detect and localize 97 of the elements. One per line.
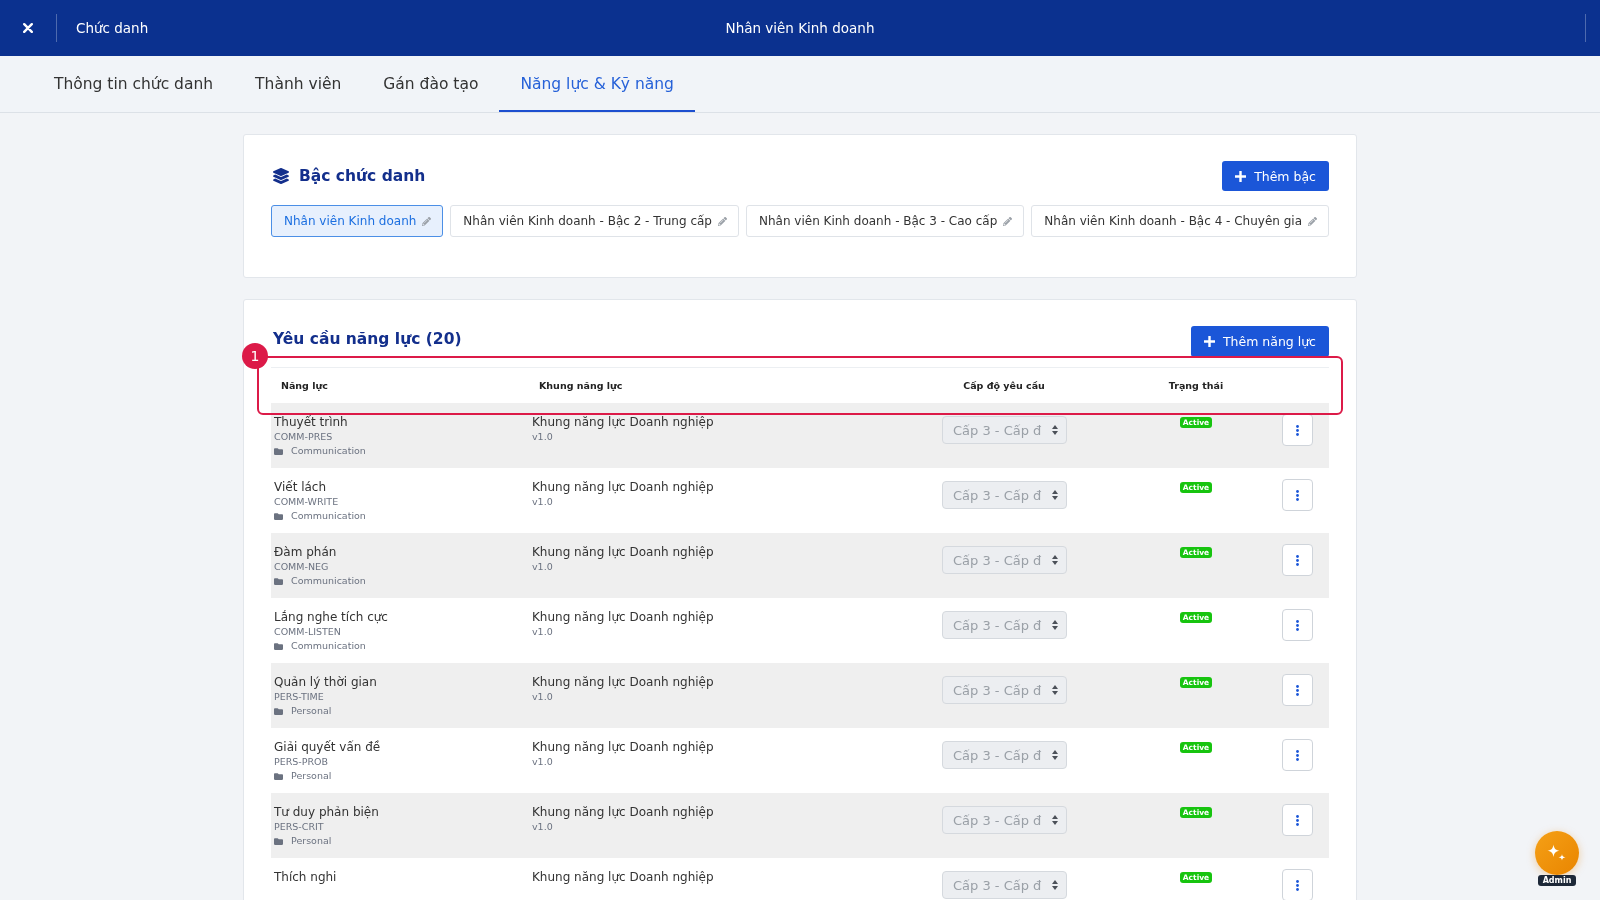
page-title: Nhân viên Kinh doanh	[725, 20, 875, 36]
framework-name: Khung năng lực Doanh nghiệp	[532, 804, 714, 821]
vertical-dots-icon	[1296, 814, 1299, 826]
sort-arrows-icon	[1052, 555, 1058, 565]
more-button[interactable]	[1282, 414, 1313, 446]
pencil-icon	[1308, 216, 1318, 226]
category-label: Communication	[291, 445, 366, 457]
folder-icon	[274, 771, 283, 781]
framework-version: v1.0	[532, 496, 553, 508]
plus-icon	[1203, 336, 1215, 347]
sort-arrows-icon	[1052, 750, 1058, 760]
category-label: Personal	[291, 770, 332, 782]
framework-name: Khung năng lực Doanh nghiệp	[532, 544, 714, 561]
category-label: Personal	[291, 705, 332, 717]
category-label: Personal	[291, 835, 332, 847]
more-button[interactable]	[1282, 739, 1313, 771]
framework-version: v1.0	[532, 431, 553, 443]
competency-name: Viết lách	[274, 479, 327, 496]
tab[interactable]: Năng lực & Kỹ năng	[499, 56, 695, 112]
framework-name: Khung năng lực Doanh nghiệp	[532, 414, 714, 431]
competency-code: PERS-PROB	[274, 756, 329, 768]
competency-name: Tư duy phản biện	[274, 804, 379, 821]
column-header: Cấp độ yêu cầu	[963, 380, 1045, 391]
close-icon	[23, 23, 33, 33]
step-number: 1	[242, 343, 268, 369]
folder-icon	[274, 446, 283, 456]
competency-name: Lắng nghe tích cực	[274, 609, 388, 626]
framework-name: Khung năng lực Doanh nghiệp	[532, 674, 714, 691]
competency-code: COMM-PRES	[274, 431, 333, 443]
vertical-dots-icon	[1296, 619, 1299, 631]
vertical-dots-icon	[1296, 684, 1299, 696]
level-chip[interactable]: Nhân viên Kinh doanh - Bậc 2 - Trung cấp	[450, 205, 739, 237]
competency-name: Đàm phán	[274, 544, 337, 561]
framework-version: v1.0	[532, 626, 553, 638]
tab[interactable]: Thông tin chức danh	[33, 56, 235, 112]
framework-version: v1.0	[532, 821, 553, 833]
category-label: Communication	[291, 510, 366, 522]
competency-code: COMM-WRITE	[274, 496, 339, 508]
vertical-dots-icon	[1296, 749, 1299, 761]
more-button[interactable]	[1282, 544, 1313, 576]
more-button[interactable]	[1282, 479, 1313, 511]
folder-icon	[274, 706, 283, 716]
folder-icon	[274, 576, 283, 586]
level-chip[interactable]: Nhân viên Kinh doanh - Bậc 3 - Cao cấp	[745, 205, 1025, 237]
framework-version: v1.0	[532, 691, 553, 703]
sort-arrows-icon	[1052, 620, 1058, 630]
vertical-dots-icon	[1296, 879, 1299, 891]
framework-name: Khung năng lực Doanh nghiệp	[532, 609, 714, 626]
tab[interactable]: Thành viên	[234, 56, 363, 112]
competency-name: Quản lý thời gian	[274, 674, 377, 691]
framework-name: Khung năng lực Doanh nghiệp	[532, 739, 714, 756]
competency-code: COMM-NEG	[274, 561, 329, 573]
column-header: Năng lực	[281, 380, 328, 391]
more-button[interactable]	[1282, 869, 1313, 900]
vertical-dots-icon	[1296, 554, 1299, 566]
competency-name: Thuyết trình	[274, 414, 348, 431]
framework-version: v1.0	[532, 561, 553, 573]
column-header: Trạng thái	[1168, 380, 1224, 391]
more-button[interactable]	[1282, 609, 1313, 641]
level-chip[interactable]: Nhân viên Kinh doanh - Bậc 4 - Chuyên gia	[1031, 205, 1330, 237]
sort-arrows-icon	[1052, 425, 1058, 435]
more-button[interactable]	[1282, 674, 1313, 706]
category-label: Communication	[291, 575, 366, 587]
competency-code: PERS-CRIT	[274, 821, 324, 833]
vertical-dots-icon	[1296, 424, 1299, 436]
pencil-icon	[717, 216, 727, 226]
layers-icon	[273, 168, 289, 184]
sort-arrows-icon	[1052, 880, 1058, 890]
folder-icon	[274, 836, 283, 846]
framework-name: Khung năng lực Doanh nghiệp	[532, 869, 714, 886]
add-level-button[interactable]: Thêm bậc	[1222, 161, 1329, 191]
admin-label: Admin	[1537, 875, 1577, 886]
section-title: Bậc chức danh	[299, 167, 426, 185]
sort-arrows-icon	[1052, 815, 1058, 825]
sort-arrows-icon	[1052, 685, 1058, 695]
folder-icon	[274, 511, 283, 521]
folder-icon	[274, 641, 283, 651]
vertical-dots-icon	[1296, 489, 1299, 501]
breadcrumb-label: Chức danh	[76, 20, 149, 36]
pencil-icon	[422, 216, 432, 226]
competency-name: Thích nghi	[274, 869, 337, 886]
add-competency-button[interactable]: Thêm năng lực	[1190, 326, 1329, 357]
level-chip[interactable]: Nhân viên Kinh doanh	[271, 205, 444, 237]
assistant-button[interactable]	[1535, 831, 1579, 875]
tab[interactable]: Gán đào tạo	[362, 56, 500, 112]
competency-name: Giải quyết vấn đề	[274, 739, 381, 756]
column-header: Khung năng lực	[539, 380, 623, 391]
framework-version: v1.0	[532, 756, 553, 768]
competency-code: PERS-TIME	[274, 691, 324, 703]
competency-code: COMM-LISTEN	[274, 626, 341, 638]
pencil-icon	[1003, 216, 1013, 226]
framework-name: Khung năng lực Doanh nghiệp	[532, 479, 714, 496]
plus-icon	[1235, 170, 1247, 182]
sort-arrows-icon	[1052, 490, 1058, 500]
category-label: Communication	[291, 640, 366, 652]
section-title: Yêu cầu năng lực (20)	[273, 330, 462, 348]
more-button[interactable]	[1282, 804, 1313, 836]
